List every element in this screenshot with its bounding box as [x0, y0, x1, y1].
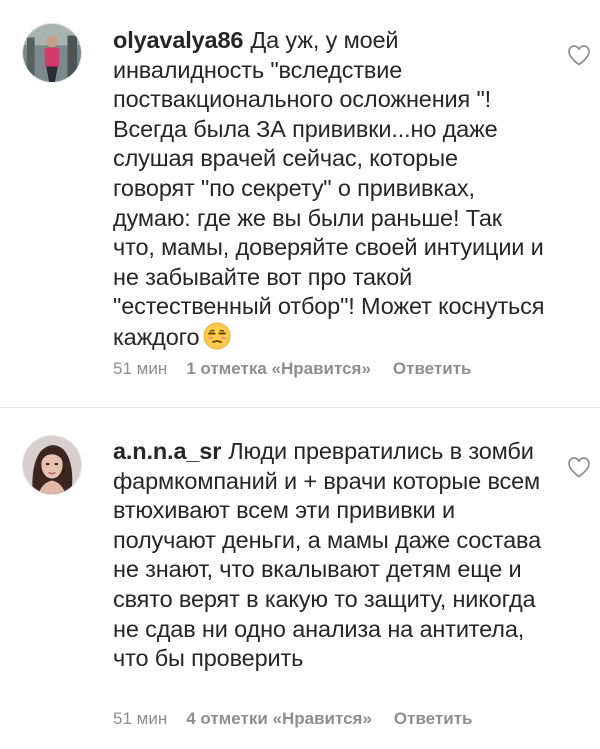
- heart-outline-icon[interactable]: [567, 456, 591, 478]
- comment-text: Люди превратились в зомби фармкомпаний и…: [113, 438, 542, 672]
- avatar-photo: [23, 24, 81, 82]
- unamused-face-emoji: [203, 322, 231, 350]
- comment-username[interactable]: olyavalya86: [113, 27, 243, 53]
- reply-button[interactable]: Ответить: [393, 359, 472, 379]
- comment-body: a.n.n.a_sr Люди превратились в зомби фарм…: [113, 437, 545, 674]
- comment-text: Да уж, у моей инвалидность "вследствие п…: [113, 27, 545, 350]
- comment-time: 51 мин: [113, 359, 168, 378]
- comment-username[interactable]: a.n.n.a_sr: [113, 438, 221, 464]
- comment-meta: 51 мин 4 отметки «Нравится» Ответить: [113, 709, 472, 729]
- heart-outline-icon[interactable]: [567, 44, 591, 66]
- likes-count-link[interactable]: 1 отметка «Нравится»: [186, 359, 371, 379]
- comment-body: olyavalya86 Да уж, у моей инвалидность "в…: [113, 26, 545, 353]
- avatar-photo: [23, 436, 81, 494]
- avatar[interactable]: [22, 23, 82, 83]
- likes-count-link[interactable]: 4 отметки «Нравится»: [186, 709, 372, 729]
- comment-meta: 51 мин 1 отметка «Нравится» Ответить: [113, 359, 471, 379]
- avatar[interactable]: [22, 435, 82, 495]
- comment: olyavalya86 Да уж, у моей инвалидность "в…: [0, 0, 600, 408]
- reply-button[interactable]: Ответить: [394, 709, 473, 729]
- comment: a.n.n.a_sr Люди превратились в зомби фарм…: [0, 408, 600, 749]
- comment-time: 51 мин: [113, 709, 168, 728]
